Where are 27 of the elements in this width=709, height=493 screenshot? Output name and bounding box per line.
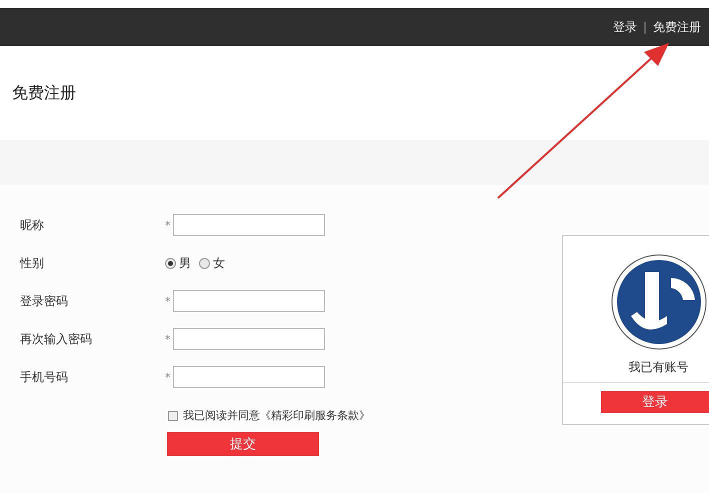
field-label: 手机号码 — [20, 368, 69, 386]
input-field[interactable] — [173, 366, 325, 388]
register-link[interactable]: 免费注册 — [653, 18, 701, 36]
required-mark: * — [165, 370, 172, 384]
field-label: 再次输入密码 — [20, 330, 93, 348]
page-title: 免费注册 — [12, 82, 76, 104]
link-separator: | — [642, 20, 647, 34]
submit-button[interactable]: 提交 — [167, 432, 319, 456]
input-field[interactable] — [173, 328, 325, 350]
input-field[interactable] — [173, 290, 325, 312]
field-label: 昵称 — [20, 216, 45, 234]
radio-button[interactable] — [199, 258, 210, 268]
login-link[interactable]: 登录 — [612, 18, 637, 36]
logo-icon — [610, 254, 706, 350]
radio-button[interactable] — [165, 258, 176, 268]
checkbox[interactable] — [168, 410, 178, 420]
login-button[interactable]: 登录 — [601, 391, 709, 413]
account-prompt: 我已有账号 — [628, 359, 688, 376]
radio-label: 女 — [213, 254, 225, 272]
radio-label: 男 — [179, 254, 191, 272]
agreement-text: 我已阅读并同意《精彩印刷服务条款》 — [183, 408, 370, 423]
required-mark: * — [165, 294, 172, 308]
required-mark: * — [165, 332, 172, 346]
field-label: 登录密码 — [20, 292, 69, 310]
required-mark: * — [165, 218, 172, 232]
input-field[interactable] — [173, 214, 325, 236]
field-label: 性别 — [20, 254, 45, 272]
